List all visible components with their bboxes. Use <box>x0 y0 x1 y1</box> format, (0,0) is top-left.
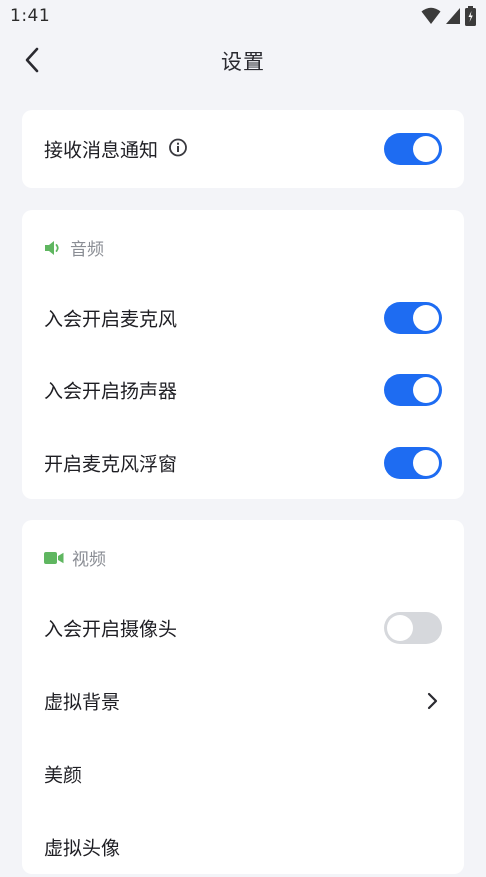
mic-on-join-toggle[interactable] <box>384 302 442 334</box>
virtual-avatar-row[interactable]: 虚拟头像 <box>22 817 464 877</box>
camera-on-join-toggle[interactable] <box>384 612 442 644</box>
beauty-row[interactable]: 美颜 <box>22 744 464 804</box>
notifications-toggle[interactable] <box>384 133 442 165</box>
audio-section-label: 音频 <box>70 240 104 260</box>
status-bar: 1:41 <box>0 0 486 34</box>
speaker-on-join-label: 入会开启扬声器 <box>44 380 178 403</box>
virtual-background-row[interactable]: 虚拟背景 <box>22 671 464 731</box>
camera-on-join-row: 入会开启摄像头 <box>22 598 464 658</box>
video-camera-icon <box>44 551 64 564</box>
camera-on-join-label: 入会开启摄像头 <box>44 618 178 641</box>
beauty-label: 美颜 <box>44 764 83 787</box>
audio-section-header: 音频 <box>44 235 104 260</box>
chevron-right-icon <box>427 692 438 710</box>
virtual-background-label: 虚拟背景 <box>44 691 121 714</box>
status-icons <box>421 6 476 30</box>
virtual-avatar-label: 虚拟头像 <box>44 837 121 860</box>
video-section-label: 视频 <box>72 550 106 570</box>
nav-bar: 设置 <box>0 34 486 86</box>
status-time: 1:41 <box>10 6 51 26</box>
mic-float-window-row: 开启麦克风浮窗 <box>22 433 464 493</box>
video-section-header: 视频 <box>44 545 106 570</box>
notifications-card: 接收消息通知 <box>22 110 464 188</box>
notifications-label: 接收消息通知 <box>44 139 159 162</box>
page-title: 设置 <box>221 50 265 74</box>
mic-on-join-row: 入会开启麦克风 <box>22 288 464 348</box>
speaker-on-join-row: 入会开启扬声器 <box>22 360 464 420</box>
notifications-row: 接收消息通知 <box>22 119 464 179</box>
audio-card: 音频 入会开启麦克风 入会开启扬声器 开启麦克风浮窗 <box>22 210 464 499</box>
battery-icon <box>465 6 476 30</box>
video-card: 视频 入会开启摄像头 虚拟背景 美颜 虚拟头像 <box>22 520 464 874</box>
mic-on-join-label: 入会开启麦克风 <box>44 308 178 331</box>
info-icon[interactable] <box>168 137 188 162</box>
speaker-on-join-toggle[interactable] <box>384 374 442 406</box>
cellular-signal-icon <box>445 7 461 29</box>
speaker-icon <box>45 240 59 255</box>
wifi-icon <box>421 7 441 29</box>
mic-float-window-label: 开启麦克风浮窗 <box>44 453 178 476</box>
mic-float-window-toggle[interactable] <box>384 447 442 479</box>
